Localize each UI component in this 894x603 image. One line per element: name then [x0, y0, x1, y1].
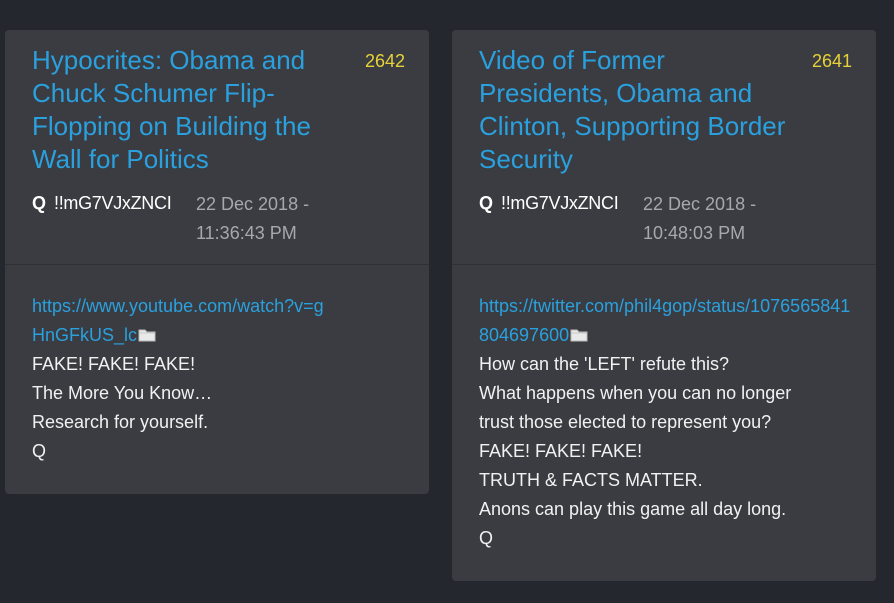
post-header: Video of Former Presidents, Obama and Cl… [452, 30, 876, 265]
post-card: Hypocrites: Obama and Chuck Schumer Flip… [5, 30, 429, 494]
tripcode: !!mG7VJxZNCI [54, 193, 172, 213]
post-link-line: https://www.youtube.com/watch?v=gHnGFkUS… [32, 292, 332, 350]
post-number: 2641 [811, 51, 852, 71]
folder-icon[interactable] [570, 328, 588, 342]
author-name: Q [32, 193, 47, 213]
post-number: 2642 [364, 51, 405, 71]
folder-icon[interactable] [138, 328, 156, 342]
post-text-line: FAKE! FAKE! FAKE! [32, 354, 196, 374]
post-text-line: trust those elected to represent you? [479, 412, 772, 432]
tripcode: !!mG7VJxZNCI [501, 193, 619, 213]
post-title[interactable]: Video of Former Presidents, Obama and Cl… [479, 44, 799, 176]
post-header: Hypocrites: Obama and Chuck Schumer Flip… [5, 30, 429, 265]
post-text-line: Anons can play this game all day long. [479, 499, 787, 519]
post-signature: Q [479, 528, 494, 548]
post-link-line: https://twitter.com/phil4gop/status/1076… [479, 292, 851, 350]
post-body: https://twitter.com/phil4gop/status/1076… [479, 292, 856, 553]
post-text-line: FAKE! FAKE! FAKE! [479, 441, 643, 461]
post-date: 22 Dec 2018 - 10:48:03 PM [643, 194, 757, 243]
post-text-line: What happens when you can no longer [479, 383, 792, 403]
post-text-line: The More You Know… [32, 383, 213, 403]
post-text-line: TRUTH & FACTS MATTER. [479, 470, 703, 490]
post-body: https://www.youtube.com/watch?v=gHnGFkUS… [32, 292, 409, 466]
post-date: 22 Dec 2018 - 11:36:43 PM [196, 194, 310, 243]
post-link[interactable]: https://twitter.com/phil4gop/status/1076… [479, 296, 850, 345]
post-text-line: Research for yourself. [32, 412, 209, 432]
post-text-line: How can the 'LEFT' refute this? [479, 354, 729, 374]
author-name: Q [479, 193, 494, 213]
post-card: Video of Former Presidents, Obama and Cl… [452, 30, 876, 581]
post-link[interactable]: https://www.youtube.com/watch?v=gHnGFkUS… [32, 296, 324, 345]
post-signature: Q [32, 441, 47, 461]
post-title[interactable]: Hypocrites: Obama and Chuck Schumer Flip… [32, 44, 352, 176]
